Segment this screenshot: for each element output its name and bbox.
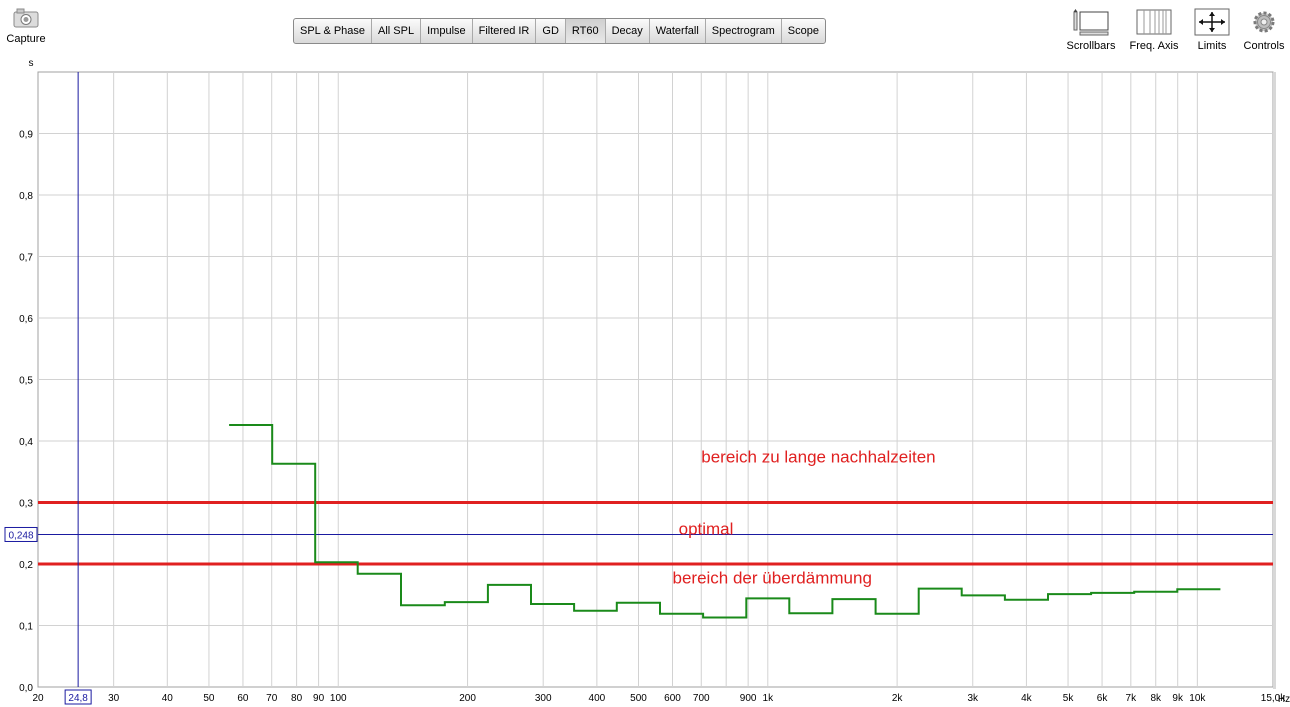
x-tick-label: 200 [459,693,476,704]
x-tick-label: 8k [1150,693,1162,704]
x-tick-label: 4k [1021,693,1033,704]
y-tick-label: 0,9 [19,130,33,141]
y-tick-label: 0,7 [19,253,33,264]
x-tick-label: 6k [1097,693,1109,704]
rt60-chart[interactable]: 24,8 0,248 20 30 40 50 60 70 80 90 100 200 300 400 50… [0,0,1290,707]
x-tick-label: 500 [630,693,647,704]
y-tick-label: 0,3 [19,499,33,510]
x-tick-label: 9k [1172,693,1184,704]
y-tick-label: 0,2 [19,560,33,571]
x-tick-label: 1k [763,693,775,704]
y-tick-label: 0,4 [19,437,33,448]
y-tick-label: 0,8 [19,191,33,202]
x-tick-label: 40 [162,693,174,704]
x-tick-label: 20 [32,693,44,704]
x-tick-label: 600 [664,693,681,704]
x-tick-label: 10k [1189,693,1206,704]
x-tick-label: 700 [693,693,710,704]
y-tick-label: 0,6 [19,314,33,325]
x-tick-label: 5k [1063,693,1075,704]
x-tick-label: 50 [203,693,215,704]
x-tick-label: 80 [291,693,303,704]
y-tick-label: 0,5 [19,376,33,387]
x-tick-label: 60 [237,693,249,704]
y-tick-label: 0,1 [19,622,33,633]
chart-annotation: bereich zu lange nachhalzeiten [701,448,935,467]
x-tick-label: 100 [330,693,347,704]
x-tick-label: 300 [535,693,552,704]
x-tick-label: 7k [1126,693,1138,704]
x-tick-label: 90 [313,693,325,704]
plot-shadow [1273,72,1276,689]
x-tick-label: 2k [892,693,904,704]
x-tick-label: 3k [967,693,979,704]
chart-annotation: bereich der überdämmung [673,569,872,588]
y-axis-unit-label: s [29,58,34,69]
x-tick-label: 70 [266,693,278,704]
cursor-y-label: 0,248 [8,530,33,541]
y-tick-label: 0,0 [19,683,33,694]
x-axis-unit-label: Hz [1278,694,1290,705]
x-tick-label: 30 [108,693,120,704]
cursor-x-label: 24,8 [68,693,88,704]
x-tick-label: 900 [740,693,757,704]
x-tick-label: 400 [589,693,606,704]
chart-annotation: optimal [679,519,734,538]
